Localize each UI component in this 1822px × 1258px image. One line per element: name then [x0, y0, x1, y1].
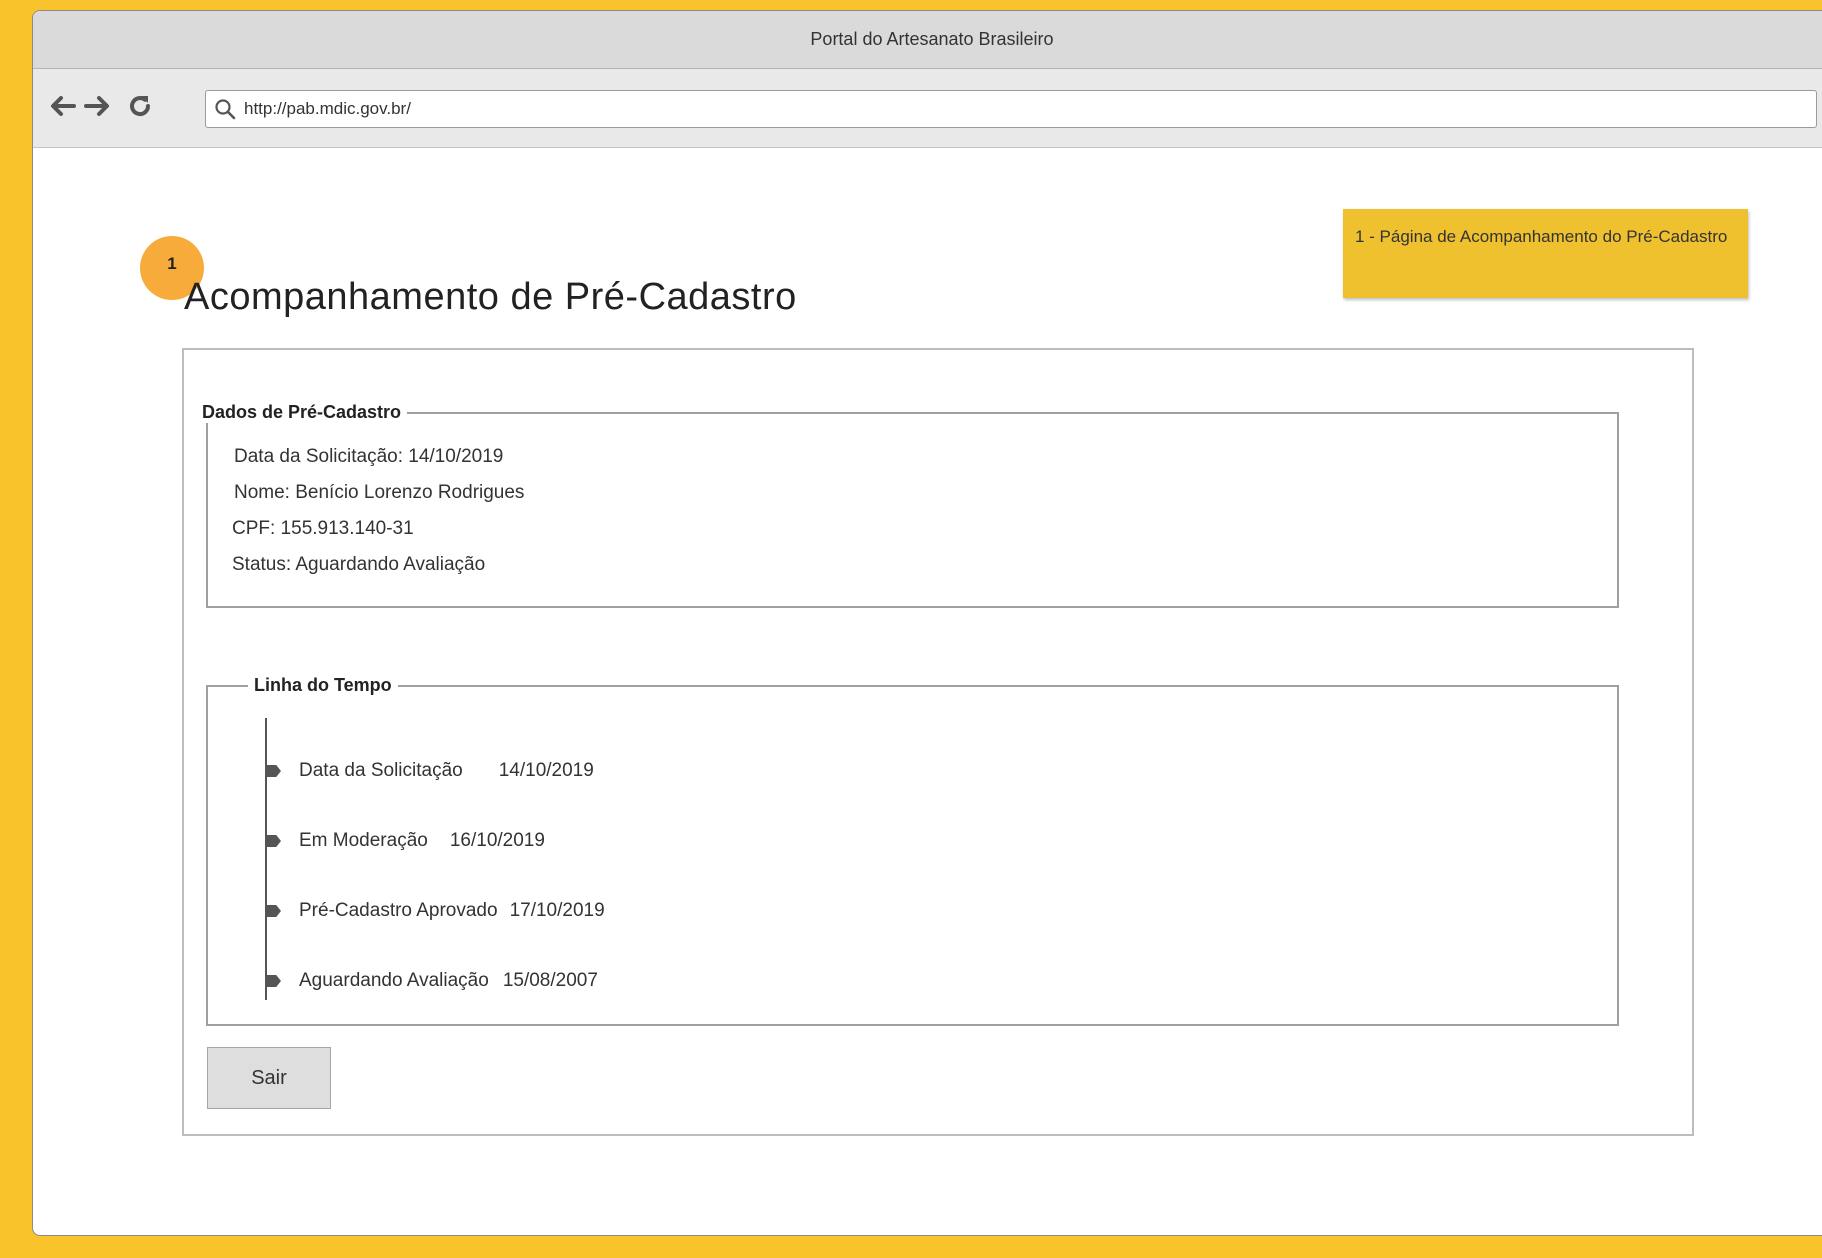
timeline-item: Em Moderação 16/10/2019: [265, 830, 545, 852]
timeline-item-date: 16/10/2019: [449, 830, 545, 851]
timeline-legend: Linha do Tempo: [254, 675, 392, 695]
back-arrow-icon[interactable]: [47, 91, 77, 121]
timeline-marker-icon: [265, 765, 281, 777]
info-cpf: CPF: 155.913.140-31: [232, 518, 414, 539]
annotation-note: 1 - Página de Acompanhamento do Pré-Cada…: [1343, 209, 1748, 298]
timeline-item-label: Em Moderação: [299, 830, 428, 851]
timeline-marker-icon: [265, 975, 281, 987]
sair-button[interactable]: Sair: [207, 1047, 331, 1109]
browser-navbar: [33, 69, 1822, 148]
info-status: Status: Aguardando Avaliação: [232, 554, 486, 575]
info-nome: Nome: Benício Lorenzo Rodrigues: [234, 482, 525, 503]
timeline-item-label: Data da Solicitação: [299, 760, 463, 781]
timeline-marker-icon: [265, 835, 281, 847]
dados-pre-cadastro-group: Dados de Pré-Cadastro: [202, 402, 1619, 608]
forward-arrow-icon[interactable]: [83, 91, 113, 121]
timeline-item-label: Aguardando Avaliação: [299, 970, 489, 991]
search-icon: [215, 99, 236, 120]
page-title: Acompanhamento de Pré-Cadastro: [184, 276, 797, 318]
timeline-item-date: 15/08/2007: [502, 970, 598, 991]
timeline-item-date: 17/10/2019: [509, 900, 605, 921]
address-bar[interactable]: [205, 90, 1817, 128]
url-input[interactable]: [242, 98, 1746, 120]
timeline-marker-icon: [265, 905, 281, 917]
timeline-item-label: Pré-Cadastro Aprovado: [299, 900, 498, 921]
timeline-item: Pré-Cadastro Aprovado 17/10/2019: [265, 900, 605, 922]
info-data-solicitacao: Data da Solicitação: 14/10/2019: [234, 446, 504, 467]
window-title: Portal do Artesanato Brasileiro: [33, 11, 1822, 69]
timeline-item: Data da Solicitação 14/10/2019: [265, 760, 594, 782]
reload-icon[interactable]: [125, 91, 155, 121]
timeline-item-date: 14/10/2019: [498, 760, 594, 781]
timeline-item: Aguardando Avaliação 15/08/2007: [265, 970, 598, 992]
dados-legend: Dados de Pré-Cadastro: [202, 402, 402, 422]
